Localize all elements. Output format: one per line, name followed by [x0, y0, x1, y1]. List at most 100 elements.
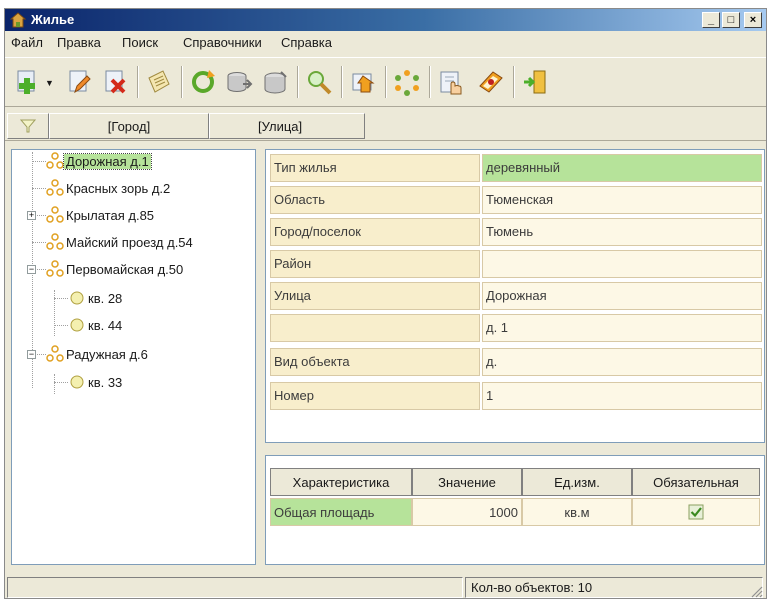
- property-row: Номер 1: [270, 380, 762, 410]
- menu-file[interactable]: Файл: [11, 35, 43, 50]
- window-title: Жилье: [31, 12, 75, 27]
- apartment-node-icon: [70, 375, 84, 389]
- status-bar: Кол-во объектов: 10: [5, 576, 766, 598]
- filter-icon: [20, 119, 36, 133]
- nodes-button[interactable]: [391, 66, 423, 98]
- add-icon: [17, 70, 35, 94]
- nodes-icon: [395, 70, 419, 96]
- toolbar: ▼: [5, 57, 766, 107]
- exit-button[interactable]: [519, 66, 551, 98]
- tree-item[interactable]: кв. 44: [68, 315, 124, 335]
- tree-item[interactable]: Красных зорь д.2: [46, 178, 172, 198]
- street-filter-header[interactable]: [Улица]: [209, 113, 365, 139]
- delete-icon: [105, 70, 126, 94]
- minimize-button[interactable]: _: [702, 12, 720, 28]
- property-value[interactable]: Тюменская: [482, 186, 762, 214]
- tree-item-label: Первомайская д.50: [66, 261, 184, 277]
- tree-item[interactable]: Радужная д.6: [46, 344, 150, 364]
- apartment-node-icon: [70, 291, 84, 305]
- toolbar-separator: [297, 66, 299, 98]
- notes-button[interactable]: [143, 66, 175, 98]
- column-header[interactable]: Характеристика: [270, 468, 412, 496]
- menu-directories[interactable]: Справочники: [183, 35, 262, 50]
- toolbar-separator: [341, 66, 343, 98]
- title-bar[interactable]: Жилье _ □ ×: [5, 9, 766, 31]
- toolbar-separator: [181, 66, 183, 98]
- exit-icon: [524, 70, 546, 94]
- filter-bar: [Город] [Улица]: [5, 111, 766, 141]
- property-value[interactable]: [482, 250, 762, 278]
- expand-toggle[interactable]: +: [27, 211, 36, 220]
- tree-item[interactable]: Майский проезд д.54: [46, 232, 195, 252]
- hand-card-button[interactable]: [435, 66, 467, 98]
- toolbar-separator: [429, 66, 431, 98]
- maximize-button[interactable]: □: [722, 12, 740, 28]
- property-value[interactable]: 1: [482, 382, 762, 410]
- tree-item-label: Радужная д.6: [66, 346, 148, 362]
- property-key: Улица: [270, 282, 480, 310]
- tree-item-label: Крылатая д.85: [66, 207, 155, 223]
- search-button[interactable]: [303, 66, 335, 98]
- property-key: Город/поселок: [270, 218, 480, 246]
- property-key: Вид объекта: [270, 348, 480, 376]
- resize-grip-icon[interactable]: [749, 584, 763, 598]
- tree-item-label: кв. 44: [88, 317, 123, 333]
- notes-icon: [148, 70, 170, 93]
- grid-cell-required[interactable]: [632, 498, 760, 526]
- building-node-icon: [46, 260, 64, 277]
- close-button[interactable]: ×: [744, 12, 762, 28]
- add-dropdown-arrow-icon[interactable]: ▼: [45, 78, 54, 88]
- house-button[interactable]: [347, 66, 379, 98]
- grid-cell-name[interactable]: Общая площадь: [270, 498, 412, 526]
- city-filter-header[interactable]: [Город]: [49, 113, 209, 139]
- tree-item[interactable]: Первомайская д.50: [46, 259, 185, 279]
- app-window: Жилье _ □ × Файл Правка Поиск Справочник…: [4, 8, 767, 599]
- hand-card-icon: [440, 71, 462, 95]
- app-icon: [10, 12, 26, 28]
- column-header[interactable]: Обязательная: [632, 468, 760, 496]
- property-key: Район: [270, 250, 480, 278]
- tree-item-label: Красных зорь д.2: [66, 180, 171, 196]
- property-value[interactable]: деревянный: [482, 154, 762, 182]
- toolbar-separator: [513, 66, 515, 98]
- status-object-count: Кол-во объектов: 10: [465, 577, 763, 598]
- checkbox-checked-icon[interactable]: [688, 504, 704, 520]
- add-button[interactable]: [11, 66, 43, 98]
- property-key: [270, 314, 480, 342]
- property-row: Вид объекта д.: [270, 346, 762, 376]
- building-node-icon: [46, 206, 64, 223]
- db-export-button[interactable]: [259, 66, 291, 98]
- menu-help[interactable]: Справка: [281, 35, 332, 50]
- refresh-button[interactable]: [187, 66, 219, 98]
- filter-button[interactable]: [7, 113, 49, 139]
- grid-cell-value[interactable]: 1000: [412, 498, 522, 526]
- property-value[interactable]: д.: [482, 348, 762, 376]
- menu-edit[interactable]: Правка: [57, 35, 101, 50]
- column-header[interactable]: Значение: [412, 468, 522, 496]
- tree-item[interactable]: Крылатая д.85: [46, 205, 156, 225]
- menu-search[interactable]: Поиск: [122, 35, 158, 50]
- property-value[interactable]: Тюмень: [482, 218, 762, 246]
- property-key: Номер: [270, 382, 480, 410]
- collapse-toggle[interactable]: −: [27, 265, 36, 274]
- tree-item[interactable]: кв. 28: [68, 288, 124, 308]
- property-key: Тип жилья: [270, 154, 480, 182]
- grid-cell-unit[interactable]: кв.м: [522, 498, 632, 526]
- tree-item[interactable]: Дорожная д.1: [46, 151, 152, 171]
- delete-button[interactable]: [99, 66, 131, 98]
- db-import-button[interactable]: [223, 66, 255, 98]
- building-node-icon: [46, 345, 64, 362]
- property-key: Область: [270, 186, 480, 214]
- tree-item-label: Майский проезд д.54: [66, 234, 193, 250]
- book-icon: [479, 71, 503, 93]
- book-button[interactable]: [475, 66, 507, 98]
- db-export-icon: [264, 71, 287, 94]
- edit-button[interactable]: [63, 66, 95, 98]
- property-value[interactable]: Дорожная: [482, 282, 762, 310]
- tree-item[interactable]: кв. 33: [68, 372, 124, 392]
- property-value[interactable]: д. 1: [482, 314, 762, 342]
- property-row: Улица Дорожная: [270, 280, 762, 310]
- properties-panel: Тип жилья деревянный Область Тюменская Г…: [265, 149, 765, 443]
- collapse-toggle[interactable]: −: [27, 350, 36, 359]
- column-header[interactable]: Ед.изм.: [522, 468, 632, 496]
